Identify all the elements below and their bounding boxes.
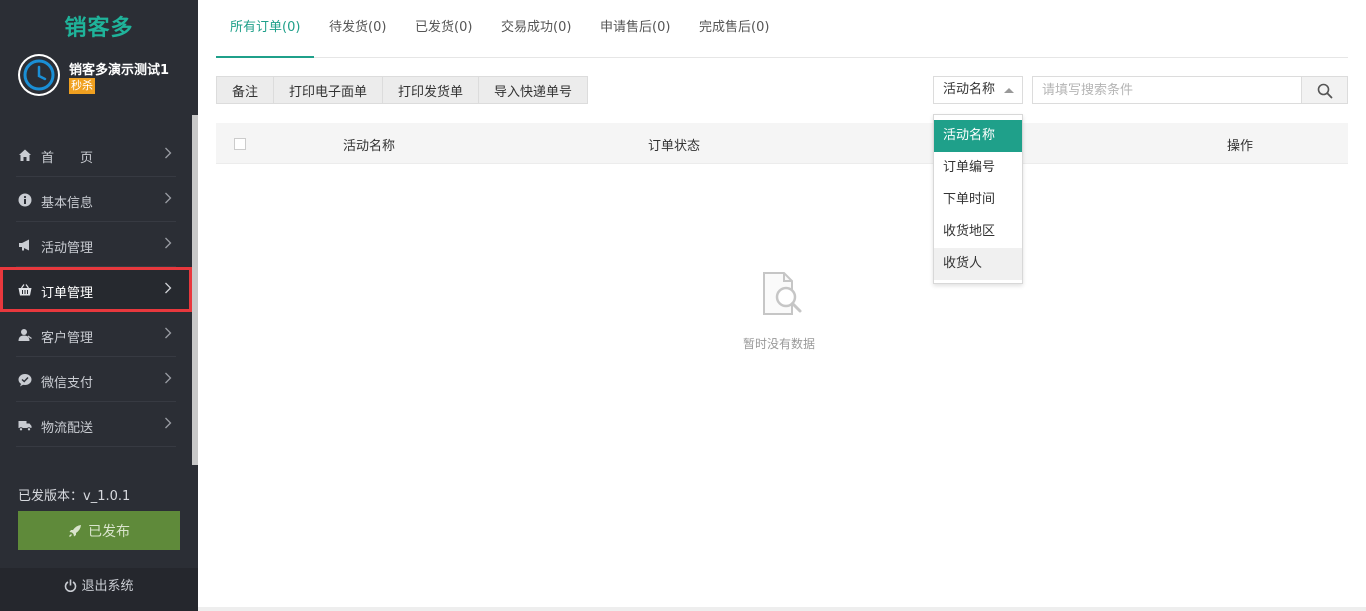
- sidebar-item-label: 客户管理: [41, 331, 94, 346]
- dropdown-option-region[interactable]: 收货地区: [934, 216, 1022, 248]
- sidebar-item-basic-info[interactable]: 基本信息: [16, 177, 176, 222]
- user-name: 销客多演示测试1: [69, 63, 170, 78]
- chevron-right-icon: [165, 282, 172, 294]
- dropdown-option-activity-name[interactable]: 活动名称: [934, 120, 1022, 152]
- search-field-selected: 活动名称: [943, 82, 996, 97]
- user-badge: 秒杀: [69, 78, 95, 94]
- brand-logo: 销客多: [64, 16, 134, 41]
- sidebar-item-label: 订单管理: [41, 286, 94, 301]
- sidebar-item-label: 首 页: [41, 151, 94, 166]
- rocket-icon: [69, 524, 81, 537]
- sidebar-item-label: 基本信息: [41, 196, 94, 211]
- chevron-right-icon: [165, 327, 172, 339]
- info-icon: [18, 193, 32, 207]
- wechat-icon: [18, 374, 32, 387]
- empty-state-text: 暂时没有数据: [743, 337, 816, 351]
- remark-button[interactable]: 备注: [216, 76, 275, 104]
- print-waybill-button[interactable]: 打印电子面单: [274, 76, 384, 104]
- table-header: 活动名称 订单状态 操作: [216, 123, 1348, 164]
- bottom-divider: [198, 607, 1366, 611]
- truck-icon: [18, 421, 32, 432]
- order-tabs: 所有订单(0) 待发货(0) 已发货(0) 交易成功(0) 申请售后(0) 完成…: [216, 0, 1348, 58]
- user-profile: 销客多演示测试1 秒杀: [18, 54, 198, 98]
- dropdown-option-order-number[interactable]: 订单编号: [934, 152, 1022, 184]
- search-field-dropdown: 活动名称 订单编号 下单时间 收货地区 收货人: [933, 114, 1023, 284]
- import-tracking-button[interactable]: 导入快递单号: [479, 76, 589, 104]
- action-toolbar: 备注 打印电子面单 打印发货单 导入快递单号: [216, 76, 589, 104]
- publish-button-label: 已发布: [88, 523, 130, 540]
- clock-icon: [20, 56, 58, 94]
- print-invoice-button[interactable]: 打印发货单: [383, 76, 480, 104]
- version-text: 已发版本：v_1.0.1: [18, 489, 131, 504]
- search-input[interactable]: [1032, 76, 1302, 104]
- tab-after-sale-request[interactable]: 申请售后(0): [586, 0, 684, 58]
- empty-document-search-icon: [763, 272, 802, 315]
- sidebar-item-home[interactable]: 首 页: [16, 132, 176, 177]
- dropdown-option-recipient[interactable]: 收货人: [934, 248, 1022, 280]
- dropdown-option-order-time[interactable]: 下单时间: [934, 184, 1022, 216]
- sidebar-item-logistics[interactable]: 物流配送: [16, 402, 176, 447]
- sidebar: 销客多 销客多演示测试1 秒杀 首 页 基本信息 活动管理 订单管理 客户管理 …: [0, 0, 198, 611]
- sidebar-nav: 首 页 基本信息 活动管理 订单管理 客户管理 微信支付 物流配送: [0, 132, 192, 447]
- column-activity-name: 活动名称: [343, 139, 396, 154]
- search-icon: [1317, 83, 1333, 99]
- sidebar-item-label: 微信支付: [41, 376, 94, 391]
- publish-button[interactable]: 已发布: [18, 511, 180, 550]
- main-content: 所有订单(0) 待发货(0) 已发货(0) 交易成功(0) 申请售后(0) 完成…: [198, 0, 1366, 611]
- sidebar-item-activity[interactable]: 活动管理: [16, 222, 176, 267]
- caret-up-icon: [1004, 88, 1014, 93]
- logout-label: 退出系统: [81, 579, 134, 594]
- megaphone-icon: [19, 239, 29, 251]
- tab-completed[interactable]: 交易成功(0): [487, 0, 585, 58]
- home-icon: [19, 149, 31, 161]
- tab-pending-shipment[interactable]: 待发货(0): [315, 0, 400, 58]
- sidebar-item-customers[interactable]: 客户管理: [16, 312, 176, 357]
- select-all-checkbox[interactable]: [234, 138, 246, 150]
- tab-after-sale-done[interactable]: 完成售后(0): [685, 0, 783, 58]
- chevron-right-icon: [165, 237, 172, 249]
- tab-shipped[interactable]: 已发货(0): [401, 0, 486, 58]
- tab-all-orders[interactable]: 所有订单(0): [216, 0, 315, 58]
- avatar: [18, 54, 60, 96]
- user-icon: [18, 329, 32, 341]
- chevron-right-icon: [165, 147, 172, 159]
- search-button[interactable]: [1301, 76, 1348, 104]
- sidebar-item-orders[interactable]: 订单管理: [0, 267, 192, 312]
- column-order-status: 订单状态: [648, 139, 701, 154]
- basket-icon: [18, 284, 32, 296]
- sidebar-item-label: 活动管理: [41, 241, 94, 256]
- sidebar-item-label: 物流配送: [41, 421, 94, 436]
- chevron-right-icon: [165, 372, 172, 384]
- sidebar-item-wechat-pay[interactable]: 微信支付: [16, 357, 176, 402]
- search-field-select[interactable]: 活动名称: [933, 76, 1023, 104]
- column-actions: 操作: [1227, 139, 1254, 154]
- logout-button[interactable]: 退出系统: [0, 568, 198, 611]
- chevron-right-icon: [165, 417, 172, 429]
- power-icon: [65, 579, 77, 593]
- chevron-right-icon: [165, 192, 172, 204]
